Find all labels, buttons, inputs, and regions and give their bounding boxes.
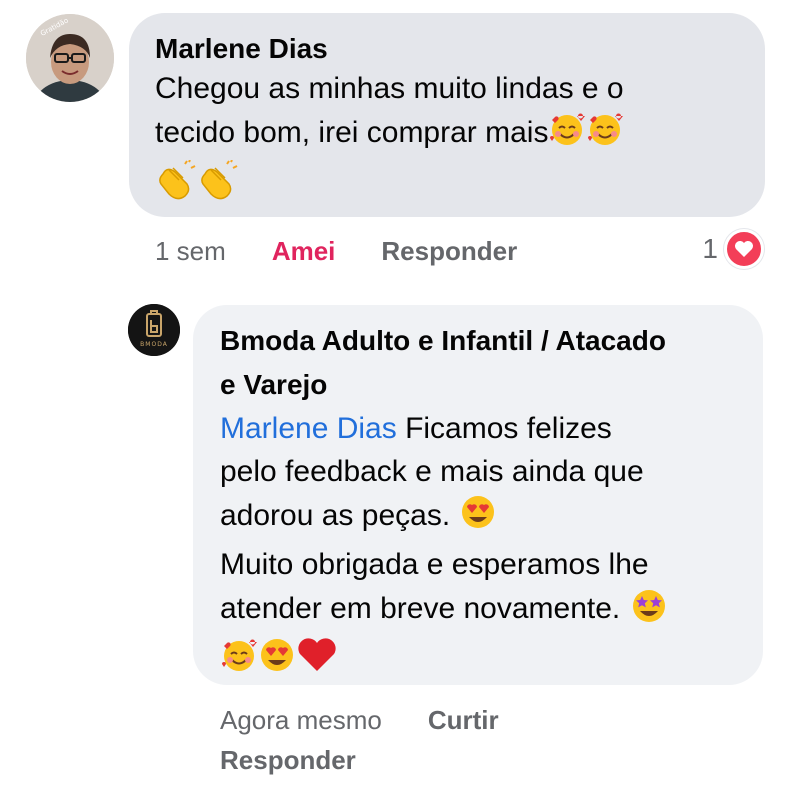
smiling-face-with-hearts-icon xyxy=(220,636,258,686)
reply-button[interactable]: Responder xyxy=(381,236,517,267)
reply-timestamp[interactable]: Agora mesmo xyxy=(220,705,382,736)
heart-icon xyxy=(724,229,764,269)
comment-actions: 1 sem Amei Responder xyxy=(155,231,517,271)
reply-actions-row-2: Responder xyxy=(220,740,499,780)
like-button[interactable]: Curtir xyxy=(428,705,499,736)
avatar-brand-text: BMODA xyxy=(140,341,168,348)
reply-author-line-2: e Varejo xyxy=(220,369,328,400)
smiling-face-with-hearts-icon xyxy=(548,110,586,160)
clapping-hands-icon xyxy=(155,159,197,212)
reply-line-5-text: atender em breve novamente. xyxy=(220,592,629,625)
reply-line-1-text: Ficamos felizes xyxy=(396,412,612,445)
reply-actions-row-1: Agora mesmo Curtir xyxy=(220,700,499,740)
comment-line-2: tecido bom, irei comprar mais xyxy=(155,110,739,160)
comment-timestamp[interactable]: 1 sem xyxy=(155,236,226,267)
reply-line-2: pelo feedback e mais ainda que xyxy=(220,455,644,488)
comment-text: Chegou as minhas muito lindas e o tecido… xyxy=(155,67,739,212)
reply-line-3: adorou as peças. xyxy=(220,493,737,543)
heart-eyes-icon xyxy=(258,636,296,686)
reply-line-6 xyxy=(220,636,737,686)
reply-bubble[interactable]: Bmoda Adulto e Infantil / Atacado e Vare… xyxy=(193,305,763,685)
comment-line-3 xyxy=(155,159,739,212)
avatar-bmoda[interactable]: BMODA xyxy=(128,304,180,356)
star-struck-icon xyxy=(629,586,669,636)
heart-eyes-icon xyxy=(459,493,497,543)
comment-line-2-text: tecido bom, irei comprar mais xyxy=(155,116,549,149)
reply-line-4: Muito obrigada e esperamos lhe xyxy=(220,548,649,581)
reply-line-1: Marlene Dias Ficamos felizes xyxy=(220,407,737,450)
reply-author-line-1: Bmoda Adulto e Infantil / Atacado xyxy=(220,325,666,356)
comment-author[interactable]: Marlene Dias xyxy=(155,31,739,67)
reaction-summary[interactable]: 1 xyxy=(702,229,764,269)
reply-author[interactable]: Bmoda Adulto e Infantil / Atacado e Vare… xyxy=(220,319,737,407)
avatar-marlene[interactable]: Gratidão xyxy=(26,14,114,102)
red-heart-icon xyxy=(296,636,338,686)
smiling-face-with-hearts-icon xyxy=(586,110,624,160)
comment-line-1: Chegou as minhas muito lindas e o xyxy=(155,72,624,105)
reply-reply-button[interactable]: Responder xyxy=(220,745,356,776)
mention-link[interactable]: Marlene Dias xyxy=(220,412,397,445)
reply-actions: Agora mesmo Curtir Responder xyxy=(220,700,499,780)
love-reaction-button[interactable]: Amei xyxy=(272,236,336,267)
reply-line-3-text: adorou as peças. xyxy=(220,499,459,532)
reply-text: Marlene Dias Ficamos felizes pelo feedba… xyxy=(220,407,737,686)
reply-line-5: atender em breve novamente. xyxy=(220,586,737,636)
comment-bubble[interactable]: Marlene Dias Chegou as minhas muito lind… xyxy=(129,13,765,217)
reaction-count: 1 xyxy=(702,233,718,264)
clapping-hands-icon xyxy=(197,159,239,212)
